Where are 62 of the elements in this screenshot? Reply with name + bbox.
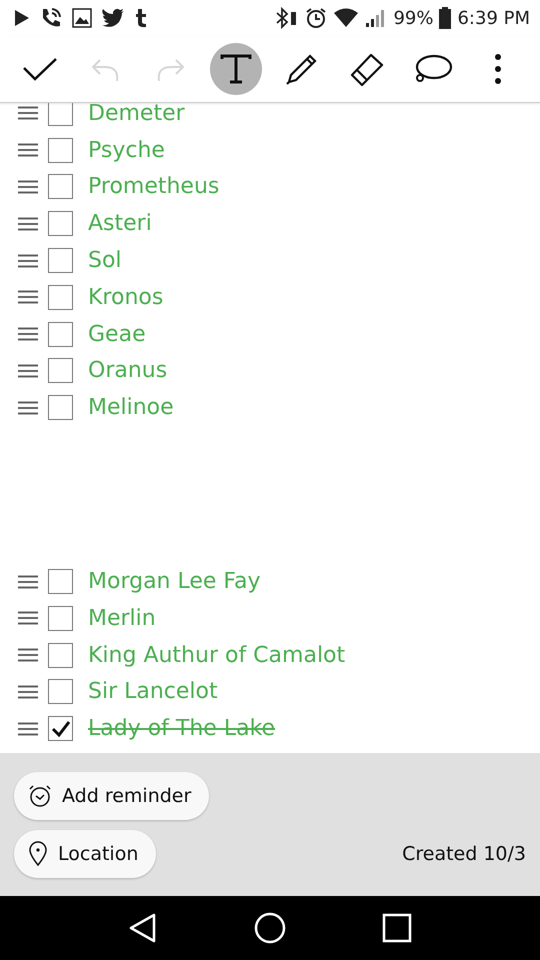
checkbox[interactable] [48,358,73,384]
list-item-text[interactable]: Kronos [88,284,164,310]
image-icon [72,8,92,28]
list-item-text[interactable]: Psyche [88,138,165,163]
home-icon[interactable] [254,912,286,944]
drag-handle-icon[interactable] [18,684,38,699]
more-icon [494,53,502,85]
eraser-icon [349,51,386,87]
checkbox[interactable] [48,284,73,310]
location-pin-icon [28,840,48,866]
battery-percent: 99% [393,8,434,28]
list-item-text[interactable]: Melinoe [88,395,174,420]
alarm-icon [305,7,328,29]
checkbox[interactable] [48,642,73,668]
checkbox[interactable] [48,679,73,704]
wifi-icon [333,8,360,28]
drag-handle-icon[interactable] [18,143,38,158]
drag-handle-icon[interactable] [18,574,38,589]
checkbox[interactable] [48,569,73,594]
list-item-text[interactable]: Morgan Lee Fay [88,569,261,594]
drag-handle-icon[interactable] [18,180,38,194]
list-item-text[interactable]: Asteri [88,211,152,236]
checkbox[interactable] [48,103,73,126]
clock-time: 6:39 PM [457,8,530,28]
drag-handle-icon[interactable] [18,216,38,231]
checkbox[interactable] [48,395,73,420]
checkbox[interactable] [48,138,73,163]
add-reminder-button[interactable]: Add reminder [14,772,210,820]
drag-handle-icon[interactable] [18,611,38,626]
list-item-text[interactable]: Demeter [88,103,185,126]
list-item-text[interactable]: Geae [88,322,146,347]
list-item-text[interactable]: King Authur of Camalot [88,642,346,668]
drag-handle-icon[interactable] [18,364,38,378]
drag-handle-icon[interactable] [18,254,38,268]
checkbox[interactable] [48,174,73,200]
checkbox[interactable] [48,606,73,631]
alarm-clock-icon [28,784,52,808]
created-date: Created 10/3 [402,842,526,864]
battery-icon [439,7,452,29]
checkbox[interactable] [48,211,73,236]
list-item-text[interactable]: Sol [88,248,122,274]
list-item-text[interactable]: Merlin [88,606,156,631]
list-item-text[interactable]: Sir Lancelot [88,679,218,704]
list-item-text[interactable]: Prometheus [88,174,220,200]
drag-handle-icon[interactable] [18,327,38,342]
bird-icon [101,8,125,28]
play-icon [14,9,30,27]
drag-handle-icon[interactable] [18,400,38,415]
back-icon[interactable] [128,913,158,943]
drag-handle-icon[interactable] [18,722,38,736]
location-button[interactable]: Location [14,830,156,878]
checkbox[interactable] [48,322,73,347]
pencil-icon [284,52,319,86]
drag-handle-icon[interactable] [18,648,38,662]
checkbox[interactable] [48,248,73,274]
list-item-text[interactable]: Oranus [88,358,168,384]
letter-icon [134,8,148,28]
drag-handle-icon[interactable] [18,290,38,304]
list-item-text[interactable]: Lady of The Lake [88,716,276,742]
checkbox[interactable] [48,716,73,742]
recents-icon[interactable] [382,913,412,943]
drag-handle-icon[interactable] [18,106,38,120]
